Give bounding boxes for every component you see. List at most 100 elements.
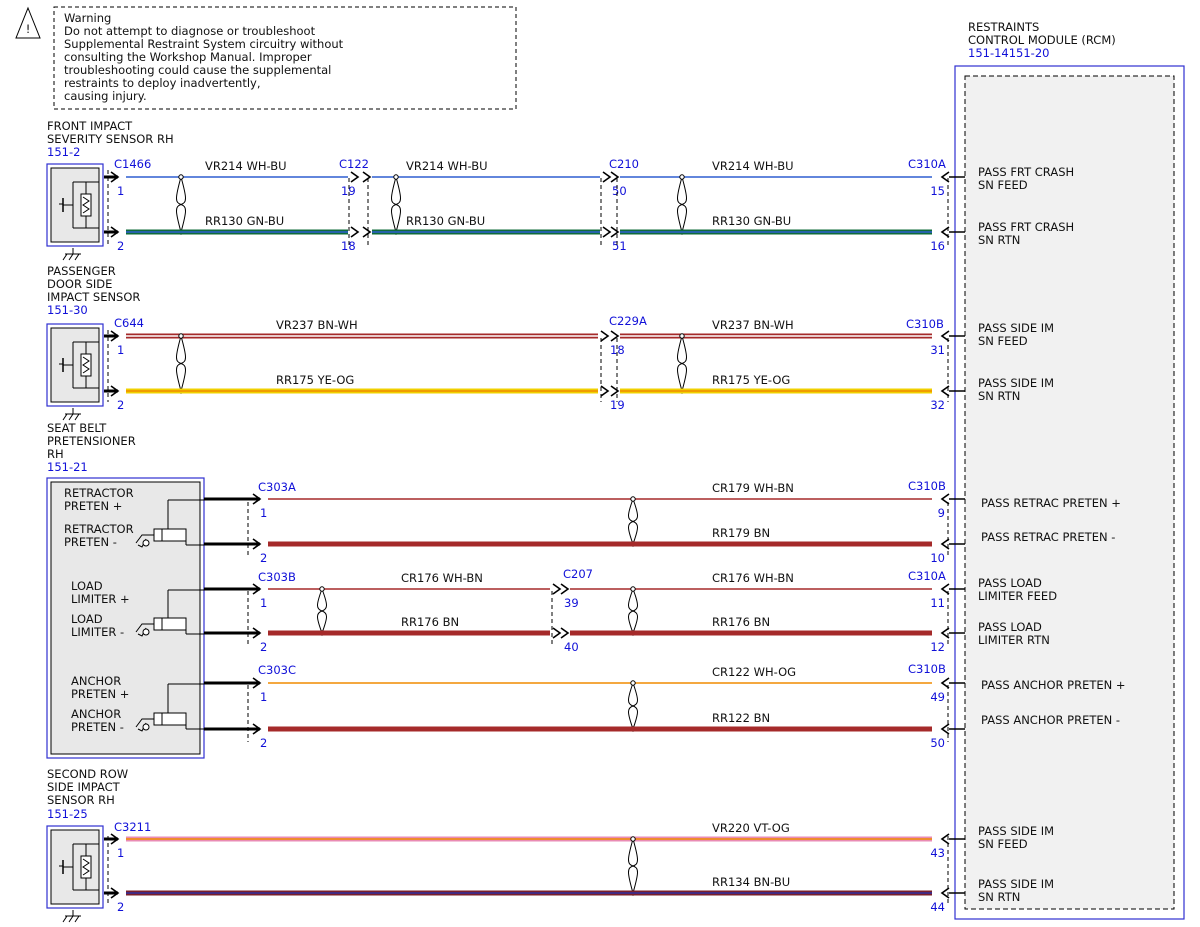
seat-belt-pretensioner-title: SEAT BELT	[47, 421, 107, 435]
passenger-door-sensor-ref: 151-30	[47, 303, 88, 317]
connector-label: C310B	[906, 317, 944, 331]
pin-number: 51	[612, 239, 627, 253]
ground-icon	[74, 253, 80, 261]
connector-label: C303A	[258, 480, 296, 494]
squib-icon	[142, 723, 150, 731]
wire-label: CR176 WH-BN	[401, 571, 483, 585]
connector-label: C310B	[908, 662, 946, 676]
connector-label: C310A	[908, 157, 946, 171]
pretensioner-label: LOAD	[71, 612, 103, 626]
wire-label: VR220 VT-OG	[712, 821, 790, 835]
pretensioner-label: RETRACTOR	[64, 522, 134, 536]
rcm-pin-label: PASS ANCHOR PRETEN +	[981, 678, 1126, 692]
wire-label: VR237 BN-WH	[712, 318, 794, 332]
pretensioner-label: PRETEN +	[64, 499, 122, 513]
pin-number: 15	[930, 184, 945, 198]
pin-number: 50	[930, 736, 945, 750]
twist-end	[679, 174, 685, 180]
seat-belt-pretensioner-ref: 151-21	[47, 460, 88, 474]
wire-label: VR214 WH-BU	[712, 159, 794, 173]
pin-number: 1	[260, 506, 267, 520]
twisted-pair-marker	[176, 335, 186, 392]
second-row-sensor-title: SENSOR RH	[47, 793, 115, 807]
pin-number: 18	[341, 239, 356, 253]
pin-number: 1	[117, 184, 124, 198]
wire-label: CR179 WH-BN	[712, 481, 794, 495]
wire-label: RR134 BN-BU	[712, 875, 790, 889]
connector-arrow-icon	[600, 385, 610, 397]
wire-label: RR175 YE-OG	[276, 373, 354, 387]
connector-label: C122	[339, 157, 369, 171]
rcm-pin-label: PASS SIDE IM	[978, 321, 1054, 335]
connector-label: C210	[609, 157, 639, 171]
ground-icon	[68, 253, 74, 261]
connector-arrow-icon	[560, 583, 570, 595]
second-row-sensor-title: SECOND ROW	[47, 767, 128, 781]
warning-text: troubleshooting could cause the suppleme…	[64, 63, 331, 77]
pin-number: 31	[930, 343, 945, 357]
wire-label: RR175 YE-OG	[712, 373, 790, 387]
passenger-door-sensor-body	[50, 327, 100, 403]
pin-number: 40	[564, 640, 579, 654]
squib-icon	[142, 539, 150, 547]
connector-arrow-icon	[560, 627, 570, 639]
pin-number: 2	[260, 736, 267, 750]
pretensioner-label: LOAD	[71, 579, 103, 593]
connector-label: C3211	[114, 820, 151, 834]
connector-arrow-icon	[602, 226, 612, 238]
pin-number: 1	[260, 690, 267, 704]
passenger-door-sensor-title: IMPACT SENSOR	[47, 290, 140, 304]
ground-icon	[62, 915, 68, 923]
pretensioner-label: RETRACTOR	[64, 486, 134, 500]
pin-number: 1	[117, 343, 124, 357]
pin-number: 12	[930, 640, 945, 654]
wire-label: CR122 WH-OG	[712, 665, 796, 679]
wiring-diagram: ! WarningDo not attempt to diagnose or tr…	[15, 6, 1185, 923]
twist-end	[393, 174, 399, 180]
pretensioner-label: LIMITER -	[71, 625, 124, 639]
rcm-pin-label: LIMITER FEED	[978, 589, 1057, 603]
twisted-pair-marker	[677, 335, 687, 392]
wire-label: VR237 BN-WH	[276, 318, 358, 332]
twisted-pair-marker	[628, 588, 638, 634]
second-row-sensor-body	[50, 829, 100, 905]
connector-arrow-icon	[350, 226, 360, 238]
wire-label: RR176 BN	[401, 615, 459, 629]
twisted-pair-marker	[176, 176, 186, 233]
passenger-door-sensor-title: DOOR SIDE	[47, 277, 112, 291]
rcm-pin-label: SN FEED	[978, 837, 1028, 851]
rcm-pin-label: SN RTN	[978, 389, 1020, 403]
pretensioner-label: ANCHOR	[71, 707, 121, 721]
rcm-pin-label: PASS RETRAC PRETEN -	[981, 530, 1115, 544]
rcm-title: CONTROL MODULE (RCM)	[968, 33, 1116, 47]
rcm-pin-label: SN FEED	[978, 178, 1028, 192]
twist-end	[630, 680, 636, 686]
twist-end	[178, 174, 184, 180]
pin-number: 43	[930, 846, 945, 860]
twisted-pair-marker	[677, 176, 687, 233]
seat-belt-pretensioner-title: PRETENSIONER	[47, 434, 136, 448]
squib-icon	[153, 528, 187, 542]
wire-label: RR130 GN-BU	[406, 214, 485, 228]
warning-text: consulting the Workshop Manual. Improper	[64, 50, 312, 64]
warning-text: causing injury.	[64, 89, 147, 103]
rcm-pin-label: SN RTN	[978, 233, 1020, 247]
pretensioner-label: PRETEN -	[64, 535, 117, 549]
twist-end	[319, 586, 325, 592]
pin-number: 2	[117, 900, 124, 914]
twisted-pair-marker	[628, 498, 638, 545]
pin-number: 2	[117, 239, 124, 253]
rcm-pin-label: PASS SIDE IM	[978, 824, 1054, 838]
wire-label: RR179 BN	[712, 526, 770, 540]
rcm-pin-label: PASS LOAD	[978, 620, 1042, 634]
pin-number: 10	[930, 551, 945, 565]
second-row-sensor-title: SIDE IMPACT	[47, 780, 121, 794]
warning-text: Do not attempt to diagnose or troublesho…	[64, 24, 316, 38]
warning-exclamation-icon: !	[26, 22, 31, 36]
rcm-pin-label: LIMITER RTN	[978, 633, 1050, 647]
passenger-door-sensor-title: PASSENGER	[47, 264, 116, 278]
pin-number: 2	[117, 398, 124, 412]
rcm-pin-label: PASS RETRAC PRETEN +	[981, 496, 1121, 510]
connector-label: C303B	[258, 570, 296, 584]
connector-arrow-icon	[350, 171, 360, 183]
